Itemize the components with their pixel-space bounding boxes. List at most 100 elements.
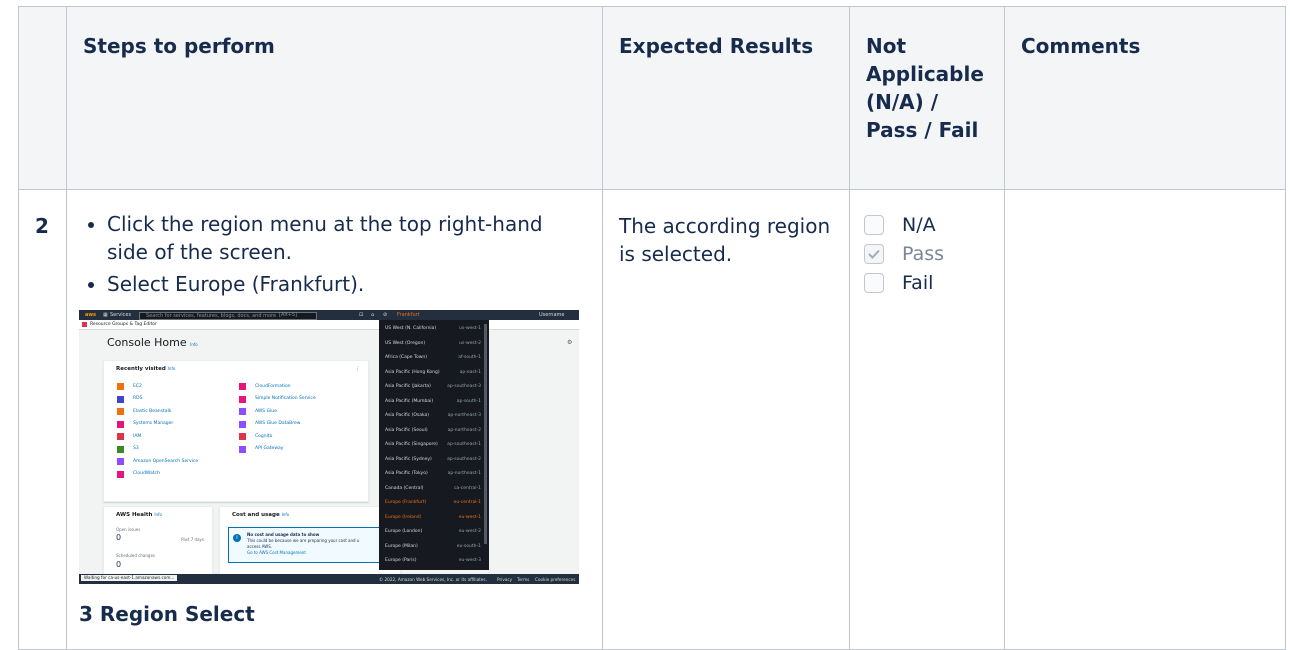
settings-gear-icon: ⚙ — [567, 339, 573, 346]
service-link: IAM — [117, 433, 141, 440]
service-icon — [117, 470, 124, 478]
scheduled-changes-count: 0 — [116, 560, 122, 569]
checkbox-label: Fail — [902, 271, 934, 294]
region-option: Asia Pacific (Singapore) ap-southeast-1 — [385, 442, 481, 447]
service-icon — [117, 420, 124, 428]
aws-console-screenshot: aws ▦ Services Search for services, feat… — [79, 310, 579, 584]
table-row: 2 Click the region menu at the top right… — [18, 189, 1286, 650]
service-link: RDS — [117, 395, 142, 403]
step-item: Click the region menu at the top right-h… — [107, 210, 586, 266]
cell-status: N/A Pass Fail — [849, 189, 1005, 650]
info-icon: i — [233, 534, 241, 542]
service-icon — [239, 433, 246, 440]
service-link: EC2 — [117, 383, 142, 390]
steps-list: Click the region menu at the top right-h… — [79, 210, 586, 298]
footer-privacy-link: Privacy — [497, 577, 513, 582]
service-icon — [117, 395, 124, 403]
checkmark-icon — [868, 249, 880, 259]
browser-status-bar: Waiting for ca-us-east-1.amazonaws.com..… — [81, 575, 178, 581]
scheduled-changes-label: Scheduled changes — [116, 553, 155, 558]
footer-copyright: © 2022, Amazon Web Services, Inc. or its… — [379, 577, 487, 582]
console-home-title: Console Home Info — [107, 336, 198, 349]
header-row: Steps to perform Expected Results Not Ap… — [18, 6, 1286, 190]
checkbox[interactable] — [864, 272, 884, 293]
checkbox-label: Pass — [902, 242, 945, 265]
service-link: Simple Notification Service — [239, 395, 316, 403]
cost-info-alert: i No cost and usage data to show This co… — [228, 527, 396, 563]
service-link: AWS Glue DataBrew — [239, 420, 300, 428]
region-option: Africa (Cape Town) af-south-1 — [385, 355, 481, 360]
region-scrollbar — [484, 324, 487, 544]
region-option: Europe (London) eu-west-2 — [385, 529, 481, 534]
aws-topbar: aws ▦ Services Search for services, feat… — [79, 310, 579, 320]
region-option: Europe (Paris) eu-west-3 — [385, 558, 481, 563]
region-option: US West (Oregon) us-west-2 — [385, 340, 481, 346]
status-option-na[interactable]: N/A — [856, 210, 988, 239]
region-option: Asia Pacific (Jakarta) ap-southeast-3 — [385, 384, 481, 389]
aws-logo: aws — [85, 312, 96, 318]
header-expected: Expected Results — [602, 6, 850, 190]
past-days-label: Past 7 days — [181, 537, 204, 542]
status-option-pass[interactable]: Pass — [856, 239, 988, 268]
aws-health-title: AWS Health Info — [116, 512, 162, 518]
grid-icon: ▦ — [103, 312, 108, 318]
header-steps: Steps to perform — [66, 6, 603, 190]
service-icon — [239, 395, 246, 403]
service-link: Systems Manager — [117, 420, 173, 428]
header-comments: Comments — [1004, 6, 1286, 190]
region-option: Europe (Ireland) eu-west-1 — [385, 514, 481, 520]
aws-subbar: Resource Groups & Tag Editor — [79, 320, 579, 330]
cost-management-link: Go to AWS Cost Management — [247, 550, 306, 555]
aws-health-panel: AWS Health Info Open issues 0 Past 7 day… — [103, 506, 213, 578]
region-option: Asia Pacific (Seoul) ap-northeast-2 — [385, 427, 481, 433]
cell-comments — [1004, 189, 1286, 650]
step-item: Select Europe (Frankfurt). — [107, 270, 586, 298]
footer-terms-link: Terms — [517, 577, 530, 582]
cost-usage-panel: Cost and usage Info i No cost and usage … — [219, 506, 401, 578]
cell-expected: The according region is selected. — [602, 189, 850, 650]
region-option: Europe (Milan) eu-south-1 — [385, 543, 481, 549]
service-icon — [117, 408, 124, 415]
service-link: AWS Glue — [239, 408, 277, 415]
checkbox[interactable] — [864, 243, 884, 264]
service-link: CloudFormation — [239, 383, 291, 390]
test-steps-table: Steps to perform Expected Results Not Ap… — [18, 6, 1286, 650]
resource-groups-icon — [82, 322, 87, 327]
service-icon — [239, 408, 246, 415]
cell-number: 2 — [18, 189, 67, 650]
region-option: US West (N. California) us-west-1 — [385, 326, 481, 331]
region-option: Asia Pacific (Sydney) ap-southeast-2 — [385, 456, 481, 462]
cloudshell-icon: ⊡ — [359, 312, 364, 318]
region-dropdown: US West (N. California) us-west-1 US West … — [379, 320, 489, 570]
service-icon — [239, 420, 246, 428]
service-link: Cognito — [239, 433, 272, 440]
cost-usage-title: Cost and usage Info — [232, 512, 290, 518]
checkbox-label: N/A — [902, 213, 936, 236]
footer-cookie-link: Cookie preferences — [535, 577, 576, 582]
region-option: Europe (Frankfurt) eu-central-1 — [385, 500, 481, 505]
header-number — [18, 6, 67, 190]
username-menu: Username — [539, 312, 565, 318]
service-icon — [117, 383, 124, 390]
aws-footer: Waiting for ca-us-east-1.amazonaws.com..… — [79, 574, 579, 584]
region-option: Canada (Central) ca-central-1 — [385, 485, 481, 491]
region-option: Asia Pacific (Hong Kong) ap-east-1 — [385, 369, 481, 375]
service-icon — [239, 445, 246, 453]
help-icon: ⊘ — [383, 312, 388, 318]
region-option: Asia Pacific (Tokyo) ap-northeast-1 — [385, 471, 481, 476]
region-option: Asia Pacific (Osaka) ap-northeast-3 — [385, 413, 481, 418]
service-icon — [117, 445, 124, 453]
service-icon — [117, 433, 124, 440]
recently-visited-panel: Recently visited Info ⋮ EC2 RDS Elastic Be… — [103, 360, 369, 502]
screenshot-caption: 3 Region Select — [79, 602, 255, 626]
service-link: Elastic Beanstalk — [117, 408, 171, 415]
service-link: CloudWatch — [117, 470, 160, 478]
header-status: Not Applicable (N/A) / Pass / Fail — [849, 6, 1005, 190]
region-button: Frankfurt — [397, 312, 420, 318]
service-link: API Gateway — [239, 445, 283, 453]
checkbox[interactable] — [864, 214, 884, 235]
open-issues-count: 0 — [116, 533, 122, 542]
service-icon — [239, 383, 246, 390]
services-menu: Services — [110, 312, 132, 318]
status-option-fail[interactable]: Fail — [856, 268, 988, 297]
